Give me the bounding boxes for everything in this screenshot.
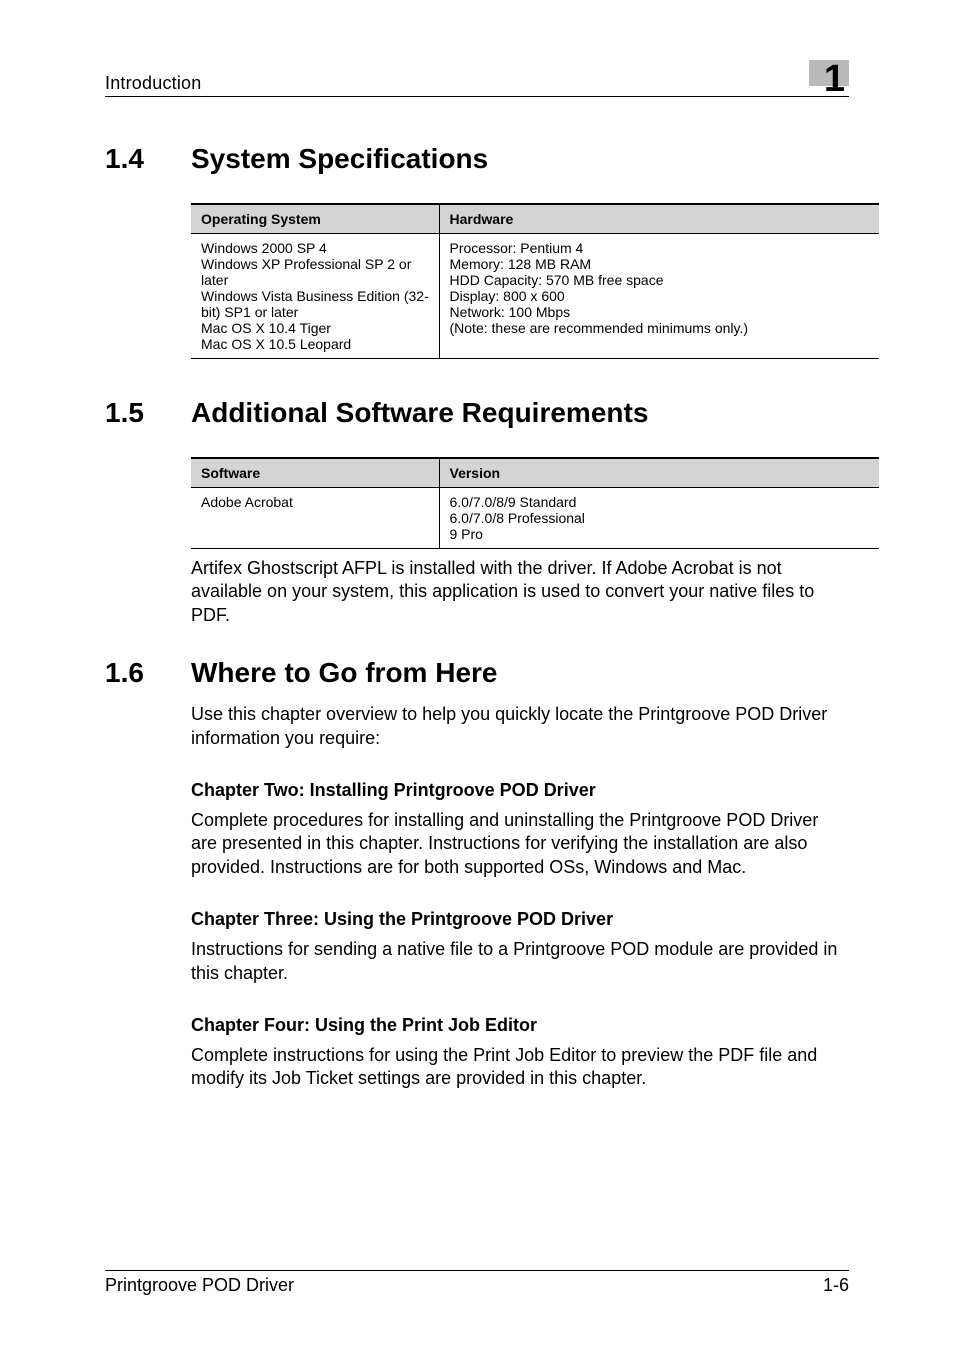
subsection-title: Chapter Three: Using the Printgroove POD… [191,909,849,930]
cell-hardware: Processor: Pentium 4 Memory: 128 MB RAM … [439,234,879,359]
footer-left: Printgroove POD Driver [105,1275,294,1296]
section-title: System Specifications [191,143,488,175]
chapter-badge: 1 [795,60,849,94]
cell-line: Adobe Acrobat [201,494,431,510]
section-1-4: 1.4 System Specifications Operating Syst… [105,143,849,359]
cell-line: Windows 2000 SP 4 [201,240,431,256]
cell-line: Mac OS X 10.5 Leopard [201,336,431,352]
cell-line: Display: 800 x 600 [450,288,872,304]
section-heading: 1.6 Where to Go from Here [105,657,849,689]
cell-line: Network: 100 Mbps [450,304,872,320]
th-version: Version [439,458,879,488]
subsection-ch2: Chapter Two: Installing Printgroove POD … [105,780,849,801]
section-1-6-intro: Use this chapter overview to help you qu… [105,703,849,750]
th-software: Software [191,458,439,488]
system-spec-table-wrap: Operating System Hardware Windows 2000 S… [105,203,849,359]
software-table-wrap: Software Version Adobe Acrobat 6.0/7.0/8… [105,457,849,549]
section-1-5-paragraph: Artifex Ghostscript AFPL is installed wi… [105,557,849,627]
section-title: Additional Software Requirements [191,397,648,429]
page-footer: Printgroove POD Driver 1-6 [105,1270,849,1296]
software-table: Software Version Adobe Acrobat 6.0/7.0/8… [191,457,879,549]
subsection-title: Chapter Two: Installing Printgroove POD … [191,780,849,801]
header-title: Introduction [105,73,201,94]
cell-line: HDD Capacity: 570 MB free space [450,272,872,288]
system-spec-table: Operating System Hardware Windows 2000 S… [191,203,879,359]
cell-version: 6.0/7.0/8/9 Standard 6.0/7.0/8 Professio… [439,488,879,549]
subsection-ch3: Chapter Three: Using the Printgroove POD… [105,909,849,930]
section-number: 1.4 [105,143,191,175]
cell-line: Processor: Pentium 4 [450,240,872,256]
page-header: Introduction 1 [105,60,849,97]
cell-line: 9 Pro [450,526,872,542]
subsection-ch4: Chapter Four: Using the Print Job Editor [105,1015,849,1036]
section-1-6: 1.6 Where to Go from Here Use this chapt… [105,657,849,1091]
table-header-row: Operating System Hardware [191,204,879,234]
cell-os: Windows 2000 SP 4 Windows XP Professiona… [191,234,439,359]
cell-line: Windows XP Professional SP 2 or later [201,256,431,288]
section-title: Where to Go from Here [191,657,497,689]
cell-line: Windows Vista Business Edition (32-bit) … [201,288,431,320]
subsection-ch4-body: Complete instructions for using the Prin… [105,1044,849,1091]
subsection-ch3-body: Instructions for sending a native file t… [105,938,849,985]
section-heading: 1.4 System Specifications [105,143,849,175]
table-row: Adobe Acrobat 6.0/7.0/8/9 Standard 6.0/7… [191,488,879,549]
subsection-ch2-body: Complete procedures for installing and u… [105,809,849,879]
section-heading: 1.5 Additional Software Requirements [105,397,849,429]
cell-software: Adobe Acrobat [191,488,439,549]
cell-line: 6.0/7.0/8 Professional [450,510,872,526]
footer-right: 1-6 [823,1275,849,1296]
cell-line: Mac OS X 10.4 Tiger [201,320,431,336]
th-hardware: Hardware [439,204,879,234]
cell-line: Memory: 128 MB RAM [450,256,872,272]
section-1-5: 1.5 Additional Software Requirements Sof… [105,397,849,627]
cell-line: 6.0/7.0/8/9 Standard [450,494,872,510]
chapter-number: 1 [824,58,845,101]
section-number: 1.6 [105,657,191,689]
table-header-row: Software Version [191,458,879,488]
cell-line: (Note: these are recommended minimums on… [450,320,872,336]
table-row: Windows 2000 SP 4 Windows XP Professiona… [191,234,879,359]
subsection-title: Chapter Four: Using the Print Job Editor [191,1015,849,1036]
section-number: 1.5 [105,397,191,429]
page: Introduction 1 1.4 System Specifications… [0,0,954,1352]
th-operating-system: Operating System [191,204,439,234]
